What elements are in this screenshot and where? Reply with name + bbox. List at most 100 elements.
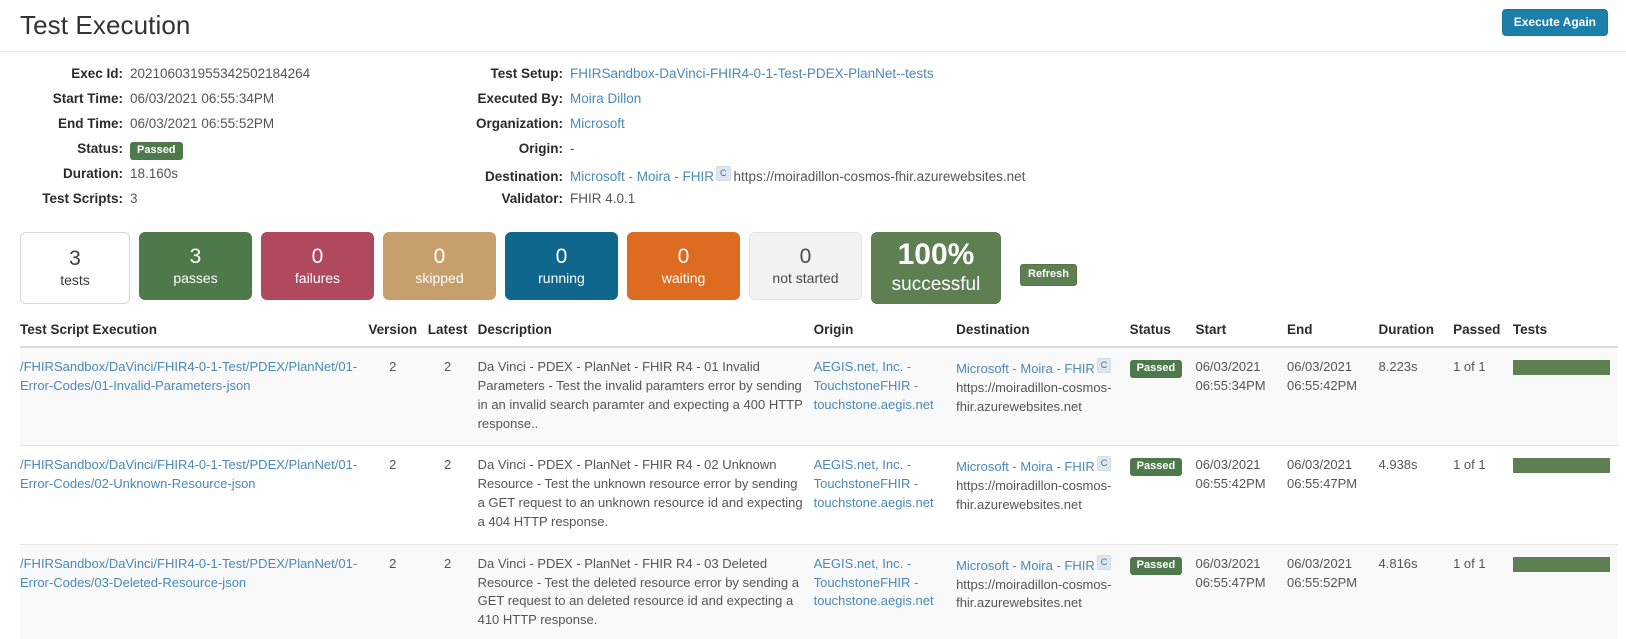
stat-box-waiting[interactable]: 0waiting (627, 232, 740, 300)
meta-value: 18.160s (130, 166, 178, 181)
meta-row-destination: Destination: Microsoft - Moira - FHIRCht… (440, 166, 1626, 191)
test-script-link[interactable]: /FHIRSandbox/DaVinci/FHIR4-0-1-Test/PDEX… (20, 358, 360, 396)
executed-by-label: Executed By: (440, 91, 570, 106)
stat-number: 0 (434, 245, 446, 269)
origin-link[interactable]: AEGIS.net, Inc. - TouchstoneFHIR - touch… (814, 555, 948, 612)
stat-number: 0 (800, 245, 812, 269)
stat-label: running (538, 269, 585, 287)
origin-link[interactable]: AEGIS.net, Inc. - TouchstoneFHIR - touch… (814, 358, 948, 415)
cell-passed: 1 of 1 (1453, 446, 1513, 544)
stat-box-running[interactable]: 0running (505, 232, 618, 300)
stat-label: not started (772, 269, 838, 287)
organization-value[interactable]: Microsoft (570, 116, 625, 131)
origin-link[interactable]: AEGIS.net, Inc. - TouchstoneFHIR - touch… (814, 456, 948, 513)
status-badge: Passed (1130, 360, 1183, 378)
capability-statement-icon[interactable]: C (716, 166, 731, 181)
meta-column-left: Exec Id:202106031955342502184264Start Ti… (0, 66, 440, 216)
column-header-description[interactable]: Description (478, 316, 814, 347)
destination-url: https://moiradillon-cosmos-fhir.azureweb… (956, 477, 1122, 515)
test-script-execution-table: Test Script Execution Version Latest Des… (20, 316, 1618, 639)
cell-description: Da Vinci - PDEX - PlanNet - FHIR R4 - 01… (478, 347, 814, 446)
column-header-test-script-execution[interactable]: Test Script Execution (20, 316, 368, 347)
cell-destination: Microsoft - Moira - FHIRChttps://moiradi… (956, 347, 1130, 446)
stat-number: 0 (312, 245, 324, 269)
cell-latest: 2 (426, 544, 478, 639)
stat-box-failures[interactable]: 0failures (261, 232, 374, 300)
column-header-latest[interactable]: Latest (426, 316, 478, 347)
column-header-version[interactable]: Version (368, 316, 426, 347)
column-header-status[interactable]: Status (1130, 316, 1196, 347)
meta-row-test-setup: Test Setup: FHIRSandbox-DaVinci-FHIR4-0-… (440, 66, 1626, 91)
stat-box-successful: 100%successful (871, 232, 1001, 304)
column-header-origin[interactable]: Origin (814, 316, 956, 347)
cell-passed: 1 of 1 (1453, 544, 1513, 639)
status-badge: Passed (1130, 557, 1183, 575)
destination-url: https://moiradillon-cosmos-fhir.azureweb… (734, 169, 1026, 184)
column-header-start[interactable]: Start (1195, 316, 1287, 347)
stat-number: 3 (69, 247, 81, 271)
cell-duration: 8.223s (1379, 347, 1454, 446)
test-setup-label: Test Setup: (440, 66, 570, 81)
column-header-duration[interactable]: Duration (1379, 316, 1454, 347)
capability-statement-icon[interactable]: C (1097, 358, 1112, 373)
column-header-passed[interactable]: Passed (1453, 316, 1513, 347)
meta-row-organization: Organization: Microsoft (440, 116, 1626, 141)
meta-label: End Time: (0, 116, 130, 131)
cell-version: 2 (368, 544, 426, 639)
meta-row-executed-by: Executed By: Moira Dillon (440, 91, 1626, 116)
test-setup-value[interactable]: FHIRSandbox-DaVinci-FHIR4-0-1-Test-PDEX-… (570, 66, 934, 81)
execution-meta: Exec Id:202106031955342502184264Start Ti… (0, 52, 1626, 224)
destination-url: https://moiradillon-cosmos-fhir.azureweb… (956, 379, 1122, 417)
origin-value: - (570, 141, 575, 156)
table-row: /FHIRSandbox/DaVinci/FHIR4-0-1-Test/PDEX… (20, 544, 1618, 639)
stat-label: failures (295, 269, 340, 287)
capability-statement-icon[interactable]: C (1097, 555, 1112, 570)
capability-statement-icon[interactable]: C (1097, 456, 1112, 471)
stat-box-tests[interactable]: 3tests (20, 232, 130, 304)
refresh-button[interactable]: Refresh (1020, 264, 1077, 286)
cell-end: 06/03/2021 06:55:52PM (1287, 544, 1379, 639)
column-header-destination[interactable]: Destination (956, 316, 1130, 347)
meta-column-right: Test Setup: FHIRSandbox-DaVinci-FHIR4-0-… (440, 66, 1626, 216)
stat-label: tests (60, 271, 90, 289)
meta-row-duration: Duration:18.160s (0, 166, 440, 191)
destination-link[interactable]: Microsoft - Moira - FHIR (956, 361, 1095, 376)
origin-label: Origin: (440, 141, 570, 156)
destination-link[interactable]: Microsoft - Moira - FHIR (570, 169, 714, 184)
tests-pass-bar (1513, 557, 1610, 572)
page-title: Test Execution (20, 10, 191, 41)
execute-again-button[interactable]: Execute Again (1502, 9, 1608, 36)
stat-box-not-started[interactable]: 0not started (749, 232, 862, 300)
test-script-link[interactable]: /FHIRSandbox/DaVinci/FHIR4-0-1-Test/PDEX… (20, 555, 360, 593)
cell-start: 06/03/2021 06:55:42PM (1195, 446, 1287, 544)
stat-box-skipped[interactable]: 0skipped (383, 232, 496, 300)
column-header-end[interactable]: End (1287, 316, 1379, 347)
cell-status: Passed (1130, 347, 1196, 446)
cell-test-script-execution: /FHIRSandbox/DaVinci/FHIR4-0-1-Test/PDEX… (20, 446, 368, 544)
meta-label: Exec Id: (0, 66, 130, 81)
meta-label: Duration: (0, 166, 130, 181)
cell-test-script-execution: /FHIRSandbox/DaVinci/FHIR4-0-1-Test/PDEX… (20, 347, 368, 446)
table-header: Test Script Execution Version Latest Des… (20, 316, 1618, 347)
column-header-tests[interactable]: Tests (1513, 316, 1618, 347)
stats-summary: 3tests3passes0failures0skipped0running0w… (0, 224, 1626, 316)
destination-link[interactable]: Microsoft - Moira - FHIR (956, 558, 1095, 573)
cell-origin: AEGIS.net, Inc. - TouchstoneFHIR - touch… (814, 347, 956, 446)
validator-label: Validator: (440, 191, 570, 206)
stat-number: 0 (678, 245, 690, 269)
cell-end: 06/03/2021 06:55:47PM (1287, 446, 1379, 544)
destination-link[interactable]: Microsoft - Moira - FHIR (956, 459, 1095, 474)
stat-number: 3 (190, 245, 202, 269)
destination-value: Microsoft - Moira - FHIRChttps://moiradi… (570, 166, 1025, 184)
cell-status: Passed (1130, 544, 1196, 639)
tests-pass-bar (1513, 458, 1610, 473)
cell-latest: 2 (426, 347, 478, 446)
cell-test-script-execution: /FHIRSandbox/DaVinci/FHIR4-0-1-Test/PDEX… (20, 544, 368, 639)
cell-description: Da Vinci - PDEX - PlanNet - FHIR R4 - 02… (478, 446, 814, 544)
cell-origin: AEGIS.net, Inc. - TouchstoneFHIR - touch… (814, 446, 956, 544)
meta-value: 06/03/2021 06:55:52PM (130, 116, 274, 131)
stat-box-passes[interactable]: 3passes (139, 232, 252, 300)
table-row: /FHIRSandbox/DaVinci/FHIR4-0-1-Test/PDEX… (20, 347, 1618, 446)
test-script-link[interactable]: /FHIRSandbox/DaVinci/FHIR4-0-1-Test/PDEX… (20, 456, 360, 494)
executed-by-value[interactable]: Moira Dillon (570, 91, 641, 106)
